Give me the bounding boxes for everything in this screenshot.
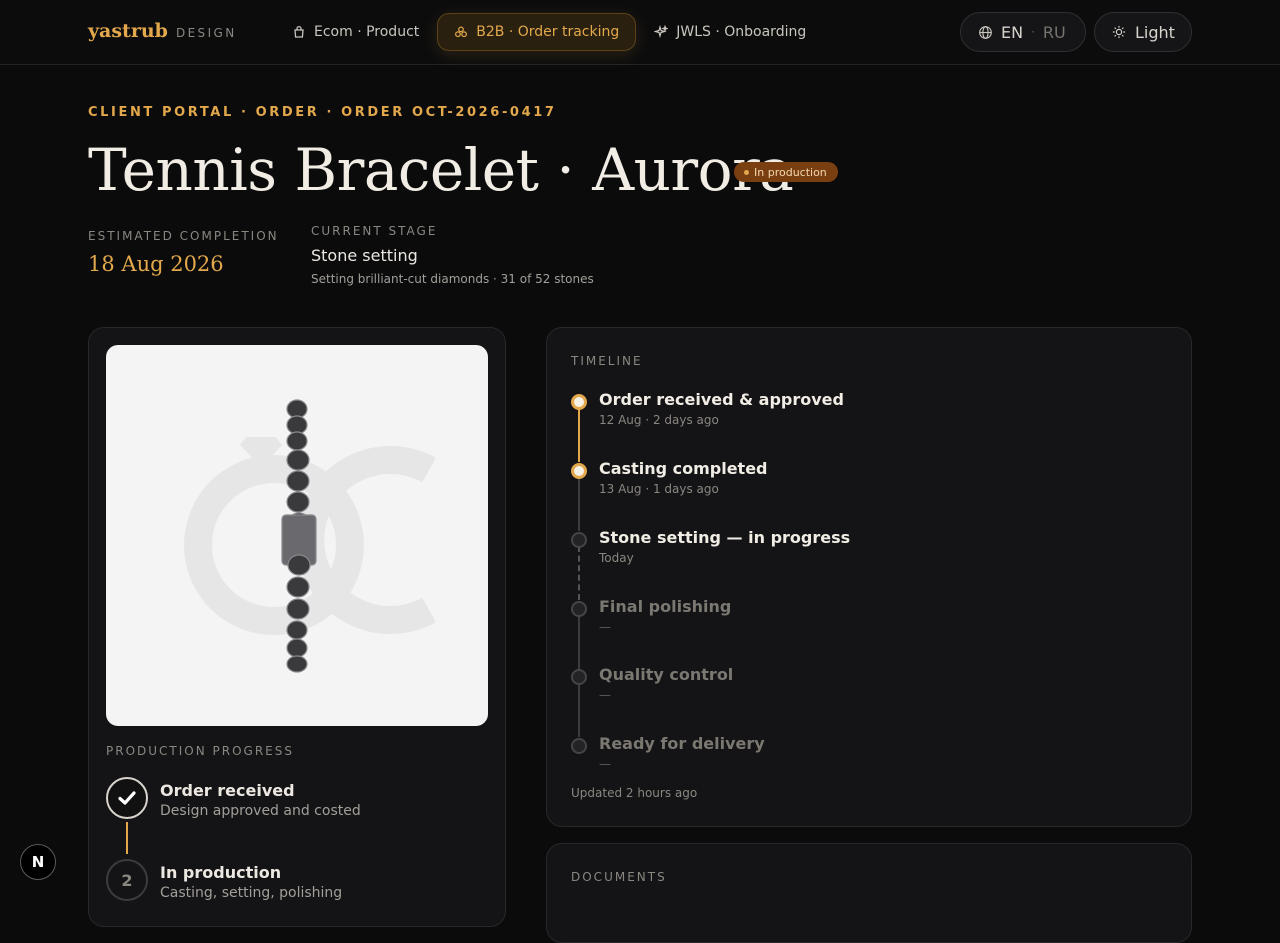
breadcrumb: CLIENT PORTAL · ORDER · ORDER OCT-2026-0… xyxy=(88,105,557,120)
timeline-text: Ready for delivery — xyxy=(599,734,765,771)
timeline-date: 12 Aug · 2 days ago xyxy=(599,413,719,427)
timeline-date: Today xyxy=(599,551,634,565)
bracelet xyxy=(281,399,317,673)
shopping-bag-icon xyxy=(294,25,304,38)
timeline-dot-pending xyxy=(571,669,587,685)
timeline-dot-pending xyxy=(571,601,587,617)
main-nav: Ecom · Product B2B · Order tracking JWLS… xyxy=(280,13,818,51)
product-card: PRODUCTION PROGRESS Order received Desig… xyxy=(88,327,506,927)
brand-logo[interactable]: yastrub DESIGN xyxy=(88,20,237,42)
step-connector xyxy=(126,822,128,854)
step-description: Casting, setting, polishing xyxy=(160,885,343,901)
nav-label: B2B · Order tracking xyxy=(476,24,620,40)
completion-label: ESTIMATED COMPLETION xyxy=(88,229,279,243)
timeline-item-casting: Casting completed 13 Aug · 1 days ago xyxy=(571,459,768,496)
timeline-dot-done xyxy=(571,463,587,479)
timeline-date: — xyxy=(599,620,611,634)
step-title: In production xyxy=(160,863,282,882)
timeline-title: Casting completed xyxy=(599,459,768,478)
lang-ru[interactable]: RU xyxy=(1043,23,1066,42)
step-description: Design approved and costed xyxy=(160,803,361,819)
sun-icon xyxy=(1112,25,1126,39)
check-icon xyxy=(118,791,136,805)
step-text: In production Casting, setting, polishin… xyxy=(160,859,342,901)
step-title: Order received xyxy=(160,781,295,800)
status-badge: In production xyxy=(734,162,838,182)
timeline-item-polishing: Final polishing — xyxy=(571,597,731,634)
lang-en[interactable]: EN xyxy=(1001,23,1023,42)
current-stage: CURRENT STAGE Stone setting Setting bril… xyxy=(311,224,594,286)
timeline-item-stone-setting: Stone setting — in progress Today xyxy=(571,528,850,565)
step-number: 2 xyxy=(106,859,148,901)
sparkles-icon xyxy=(654,25,669,39)
timeline-date: — xyxy=(599,688,611,702)
timeline-label: TIMELINE xyxy=(571,354,643,368)
timeline-title: Ready for delivery xyxy=(599,734,765,753)
nav-label: Ecom · Product xyxy=(314,24,420,40)
timeline-text: Casting completed 13 Aug · 1 days ago xyxy=(599,459,768,496)
nav-b2b-order-tracking[interactable]: B2B · Order tracking xyxy=(437,13,637,51)
step-text: Order received Design approved and coste… xyxy=(160,777,361,819)
brand-name: yastrub xyxy=(88,20,168,42)
estimated-completion: ESTIMATED COMPLETION 18 Aug 2026 xyxy=(88,229,279,276)
page-title: Tennis Bracelet · Aurora xyxy=(88,136,794,204)
timeline-item-order-received: Order received & approved 12 Aug · 2 day… xyxy=(571,390,844,427)
brand-subtitle: DESIGN xyxy=(175,26,237,40)
timeline-dot-current xyxy=(571,532,587,548)
timeline-title: Stone setting — in progress xyxy=(599,528,851,547)
timeline-title: Quality control xyxy=(599,665,734,684)
documents-label: DOCUMENTS xyxy=(571,870,667,884)
nav-label: JWLS · Onboarding xyxy=(676,24,807,40)
theme-toggle-button[interactable]: Light xyxy=(1094,12,1192,52)
product-image xyxy=(106,345,488,726)
timeline-card: TIMELINE Order received & approved 12 Au… xyxy=(546,327,1192,827)
timeline-title: Final polishing xyxy=(599,597,732,616)
timeline-dot-pending xyxy=(571,738,587,754)
next-dev-badge[interactable]: N xyxy=(20,844,56,880)
timeline-title: Order received & approved xyxy=(599,390,844,409)
stage-detail: Setting brilliant-cut diamonds · 31 of 5… xyxy=(311,272,594,286)
timeline-date: — xyxy=(599,757,611,771)
nav-ecom-product[interactable]: Ecom · Product xyxy=(280,13,431,51)
nav-jwls-onboarding[interactable]: JWLS · Onboarding xyxy=(642,13,818,51)
stage-label: CURRENT STAGE xyxy=(311,224,438,238)
step-done-indicator xyxy=(106,777,148,819)
status-badge-label: In production xyxy=(754,165,827,179)
bracelet-illustration xyxy=(184,399,436,673)
progress-step-in-production: 2 In production Casting, setting, polish… xyxy=(106,859,342,901)
timeline-item-ready-for-delivery: Ready for delivery — xyxy=(571,734,765,771)
timeline-item-quality-control: Quality control — xyxy=(571,665,733,702)
timeline-dot-done xyxy=(571,394,587,410)
timeline-updated: Updated 2 hours ago xyxy=(571,786,698,800)
timeline-text: Final polishing — xyxy=(599,597,731,634)
language-switch[interactable]: EN · RU xyxy=(960,12,1086,52)
top-bar: yastrub DESIGN Ecom · Product B2B · Orde… xyxy=(0,0,1280,65)
timeline-date: 13 Aug · 1 days ago xyxy=(599,482,719,496)
status-dot xyxy=(744,169,749,175)
production-progress-label: PRODUCTION PROGRESS xyxy=(106,744,294,758)
theme-label: Light xyxy=(1135,22,1175,42)
timeline-text: Quality control — xyxy=(599,665,733,702)
gems-icon xyxy=(455,26,468,38)
timeline-text: Stone setting — in progress Today xyxy=(599,528,850,565)
globe-icon xyxy=(979,25,992,39)
progress-step-order-received: Order received Design approved and coste… xyxy=(106,777,361,819)
timeline-text: Order received & approved 12 Aug · 2 day… xyxy=(599,390,844,427)
stage-value: Stone setting xyxy=(311,246,418,265)
lang-separator: · xyxy=(1031,25,1035,39)
completion-date: 18 Aug 2026 xyxy=(88,252,224,276)
documents-card: DOCUMENTS xyxy=(546,843,1192,943)
